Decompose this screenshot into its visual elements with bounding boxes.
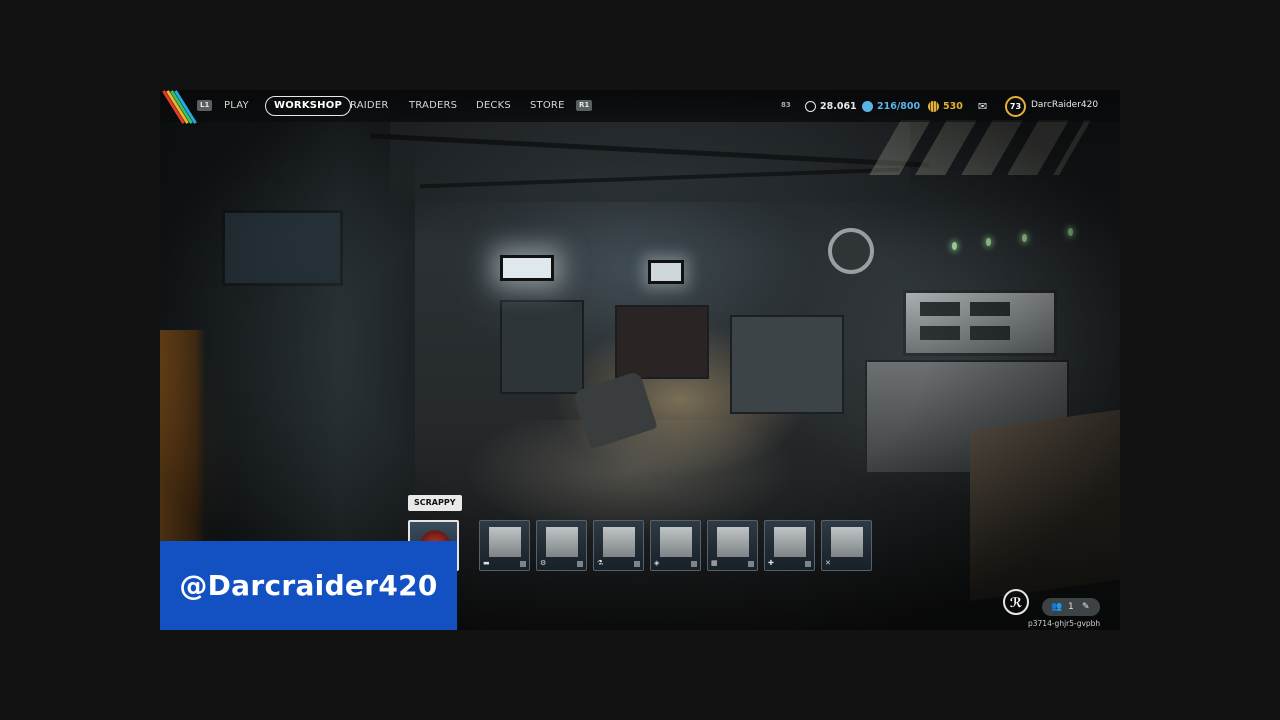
game-logo-icon bbox=[162, 90, 197, 124]
item-slot-bench-5[interactable]: ▦ bbox=[707, 520, 758, 571]
tab-workshop[interactable]: WORKSHOP bbox=[265, 96, 351, 116]
r1-button-hint: R1 bbox=[576, 100, 593, 111]
tab-raider[interactable]: RAIDER bbox=[350, 97, 389, 115]
party-indicator[interactable]: 👥 1 ✎ bbox=[1042, 598, 1100, 616]
tab-decks[interactable]: DECKS bbox=[476, 97, 511, 115]
tab-traders[interactable]: TRADERS bbox=[409, 97, 457, 115]
item-slot-bench-2[interactable]: ⚙ bbox=[536, 520, 587, 571]
medkit-icon: ✚ bbox=[768, 559, 774, 567]
player-username[interactable]: DarcRaider420 bbox=[1031, 100, 1098, 110]
party-members-icon: 👥 bbox=[1051, 602, 1063, 612]
mail-icon[interactable]: ✉ bbox=[978, 98, 987, 114]
item-slot-bench-4[interactable]: ◈ bbox=[650, 520, 701, 571]
coins-counter: 28.061 bbox=[805, 98, 857, 114]
item-slot-bench-6[interactable]: ✚ bbox=[764, 520, 815, 571]
flask-icon: ⚗ bbox=[597, 559, 604, 567]
session-code: p3714-ghjr5-gvpbh bbox=[1028, 619, 1101, 628]
workbench-thumbnail bbox=[774, 527, 806, 557]
microphone-icon: ✎ bbox=[1082, 602, 1090, 612]
credits-counter: 530 bbox=[928, 98, 963, 114]
storage-icon bbox=[862, 100, 873, 112]
storage-counter: 216/800 bbox=[862, 98, 920, 114]
workbench-thumbnail bbox=[831, 527, 863, 557]
item-slot-bench-1[interactable]: ▬ bbox=[479, 520, 530, 571]
grid-icon: ▦ bbox=[711, 559, 718, 567]
player-level-badge: 73 bbox=[1005, 96, 1026, 117]
crossed-tools-icon: ✕ bbox=[825, 559, 831, 567]
top-nav-bar: L1 PLAY WORKSHOP RAIDER TRADERS DECKS ST… bbox=[160, 90, 1120, 124]
bed-icon: ▬ bbox=[483, 559, 490, 567]
item-slot-bench-3[interactable]: ⚗ bbox=[593, 520, 644, 571]
tab-play[interactable]: PLAY bbox=[224, 97, 249, 115]
small-count: 83 bbox=[781, 101, 791, 109]
coin-icon bbox=[805, 100, 816, 112]
workbench-thumbnail bbox=[717, 527, 749, 557]
workbench-thumbnail bbox=[603, 527, 635, 557]
credits-icon bbox=[928, 100, 939, 112]
shield-icon: ◈ bbox=[654, 559, 660, 567]
workbench-thumbnail bbox=[660, 527, 692, 557]
streamer-handle: @Darcraider420 bbox=[179, 569, 438, 602]
clan-emblem-icon[interactable]: ℛ bbox=[1003, 589, 1029, 615]
item-slot-bench-7[interactable]: ✕ bbox=[821, 520, 872, 571]
l1-button-hint: L1 bbox=[197, 100, 213, 111]
workbench-thumbnail bbox=[489, 527, 521, 557]
gear-icon: ⚙ bbox=[540, 559, 547, 567]
tab-store[interactable]: STORE bbox=[530, 97, 565, 115]
streamer-handle-banner: @Darcraider420 bbox=[160, 541, 457, 630]
item-tooltip: SCRAPPY bbox=[408, 495, 462, 511]
workbench-thumbnail bbox=[546, 527, 578, 557]
